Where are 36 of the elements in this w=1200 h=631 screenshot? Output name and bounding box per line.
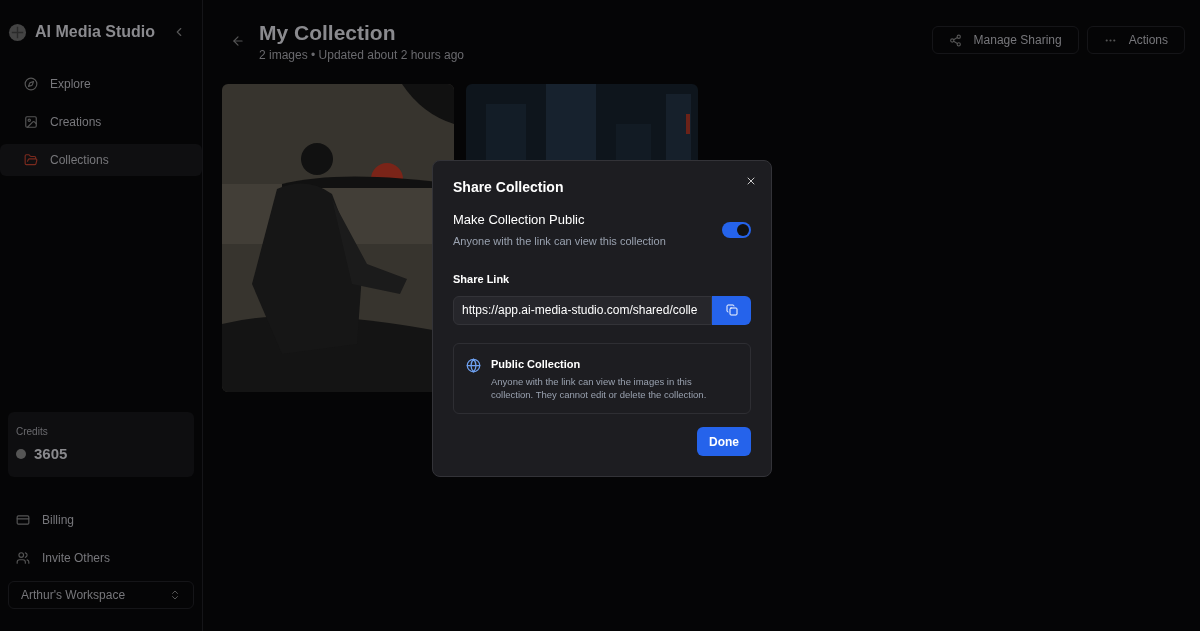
copy-button[interactable] (712, 295, 751, 325)
toggle-label: Make Collection Public (453, 211, 586, 229)
page-title: My Collection (259, 20, 397, 46)
share-icon (948, 33, 962, 47)
credits-label: Credits (16, 424, 49, 439)
sidebar-item[interactable]: Invite Others (8, 539, 194, 577)
info-text: Anyone with the link can view the images in this collection. They cannot edit or delete the collection. (491, 375, 708, 401)
done-button[interactable]: Done (697, 427, 751, 456)
globe-icon (466, 357, 481, 373)
close-icon[interactable] (745, 175, 757, 187)
workspace-selector[interactable]: Arthur's Workspace (8, 581, 194, 609)
credits-value: 3605 (34, 443, 68, 464)
share-link-field[interactable]: https://app.ai-media-studio.com/shared/colle (453, 295, 712, 325)
compass-icon (24, 77, 38, 91)
info-title: Public Collection (491, 356, 582, 372)
image-icon (24, 115, 38, 129)
header-button[interactable]: Actions (1086, 26, 1185, 54)
page-subtitle: 2 images • Updated about 2 hours ago (259, 47, 464, 65)
card-icon (16, 513, 30, 527)
sidebar-item[interactable]: Collections (0, 144, 202, 176)
logo-icon (8, 22, 27, 42)
back-icon[interactable] (231, 34, 245, 48)
sidebar-item[interactable]: Billing (8, 501, 194, 539)
folder-icon (24, 153, 38, 167)
copy-icon (725, 304, 738, 316)
chevron-icon (169, 589, 181, 601)
users-icon (16, 551, 30, 565)
brand-name: AI Media Studio (35, 22, 155, 42)
public-toggle[interactable] (722, 221, 751, 238)
sidebar-item[interactable]: Explore (0, 68, 202, 100)
share-link-label: Share Link (453, 272, 511, 287)
dialog-title: Share Collection (453, 178, 565, 197)
toggle-description: Anyone with the link can view this collection (453, 233, 666, 249)
coin-icon (16, 448, 26, 459)
header-button[interactable]: Manage Sharing (931, 26, 1079, 54)
sidebar-item[interactable]: Creations (0, 106, 202, 138)
